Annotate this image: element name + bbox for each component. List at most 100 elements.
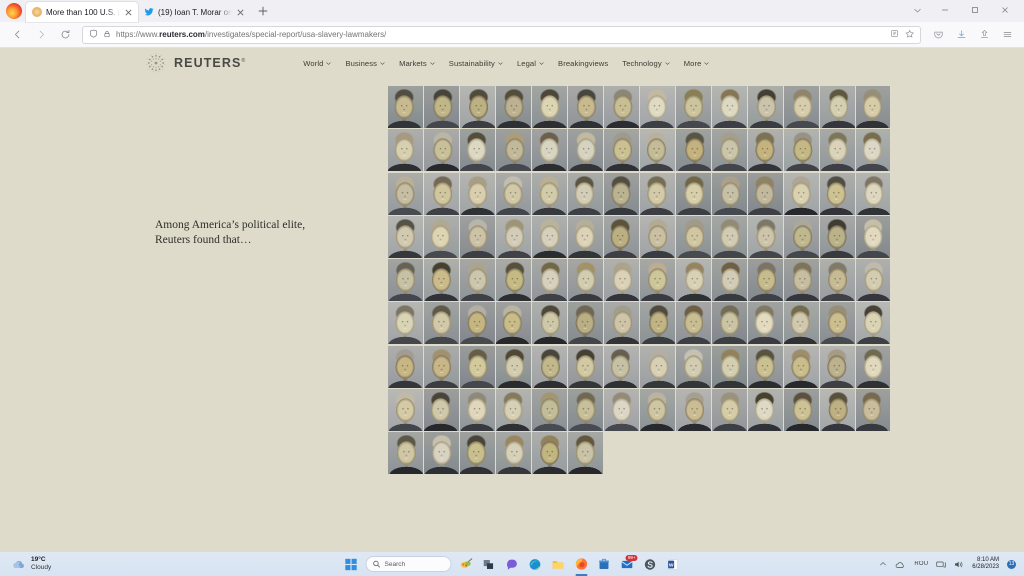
minimize-button[interactable] <box>930 0 960 20</box>
portrait-cell <box>460 389 495 431</box>
portrait-cell <box>424 216 459 258</box>
pocket-icon[interactable] <box>927 25 949 45</box>
portrait-facial-marks <box>748 389 783 431</box>
portrait-photo <box>460 129 495 171</box>
portrait-facial-marks <box>748 216 783 258</box>
onedrive-cloud-icon[interactable] <box>895 560 906 569</box>
portrait-cell <box>388 259 423 301</box>
portrait-photo <box>748 389 783 431</box>
weather-condition: Cloudy <box>31 564 51 572</box>
portrait-cell <box>568 86 603 128</box>
portrait-cell <box>496 302 531 344</box>
show-hidden-icons-chevron-icon[interactable] <box>879 560 887 568</box>
portrait-facial-marks <box>604 346 639 388</box>
portrait-cell <box>676 173 711 215</box>
portrait-facial-marks <box>604 302 639 344</box>
task-view-icon[interactable] <box>481 556 498 573</box>
portrait-photo <box>820 173 855 215</box>
browser-tab-reuters[interactable]: More than 100 U.S. political elit <box>26 2 138 22</box>
portrait-photo <box>532 432 567 474</box>
back-button[interactable] <box>6 25 28 45</box>
portrait-facial-marks <box>424 432 459 474</box>
firefox-icon[interactable] <box>573 556 590 573</box>
address-bar[interactable]: https://www.reuters.com/investigates/spe… <box>82 26 921 44</box>
portrait-photo <box>748 346 783 388</box>
kicker-line-1: Among America’s political elite, <box>155 218 345 233</box>
portrait-cell <box>640 302 675 344</box>
nav-item-legal[interactable]: Legal <box>517 59 544 68</box>
close-icon[interactable] <box>124 8 133 17</box>
portrait-facial-marks <box>388 173 423 215</box>
reload-button[interactable] <box>54 25 76 45</box>
portrait-photo <box>712 302 747 344</box>
maximize-button[interactable] <box>960 0 990 20</box>
portrait-photo <box>640 173 675 215</box>
app-menu-icon[interactable] <box>996 25 1018 45</box>
nav-item-breakingviews[interactable]: Breakingviews <box>558 59 608 68</box>
file-explorer-icon[interactable] <box>550 556 567 573</box>
portrait-facial-marks <box>604 389 639 431</box>
taskbar-clock[interactable]: 8:10 AM 6/28/2023 <box>972 557 999 572</box>
portrait-photo <box>604 129 639 171</box>
nav-item-technology[interactable]: Technology <box>622 59 669 68</box>
search-placeholder: Search <box>385 561 406 568</box>
portrait-facial-marks <box>712 346 747 388</box>
nav-item-more[interactable]: More <box>684 59 710 68</box>
edge-icon[interactable] <box>527 556 544 573</box>
portrait-facial-marks <box>424 259 459 301</box>
portrait-cell <box>748 173 783 215</box>
portrait-facial-marks <box>424 173 459 215</box>
mail-icon[interactable]: 99+ <box>619 556 636 573</box>
shield-icon[interactable] <box>89 29 98 40</box>
reuters-favicon-icon <box>32 7 42 17</box>
forward-button[interactable] <box>30 25 52 45</box>
bookmark-star-icon[interactable] <box>905 29 915 41</box>
clock-date: 6/28/2023 <box>972 564 999 572</box>
nav-item-world[interactable]: World <box>303 59 331 68</box>
lock-icon[interactable] <box>103 30 111 40</box>
close-button[interactable] <box>990 0 1020 20</box>
nav-item-sustainability[interactable]: Sustainability <box>449 59 503 68</box>
reader-view-icon[interactable] <box>890 29 899 40</box>
chat-icon[interactable] <box>504 556 521 573</box>
notification-badge[interactable]: 13 <box>1007 560 1016 569</box>
portrait-facial-marks <box>784 216 819 258</box>
word-icon[interactable]: W <box>665 556 682 573</box>
portrait-cell <box>748 346 783 388</box>
portrait-cell <box>820 346 855 388</box>
skype-icon[interactable] <box>642 556 659 573</box>
portrait-facial-marks <box>532 173 567 215</box>
page-viewport: REUTERS® World Business Markets Sustaina… <box>0 48 1024 552</box>
taskbar-search[interactable]: Search <box>366 556 452 572</box>
portrait-grid-container <box>388 86 890 474</box>
nav-item-business[interactable]: Business <box>345 59 385 68</box>
portrait-cell <box>460 86 495 128</box>
reuters-logo[interactable]: REUTERS® <box>145 52 246 74</box>
close-icon[interactable] <box>236 8 245 17</box>
new-tab-button[interactable] <box>256 4 272 20</box>
downloads-icon[interactable] <box>950 25 972 45</box>
store-icon[interactable] <box>596 556 613 573</box>
portrait-facial-marks <box>424 346 459 388</box>
portrait-photo <box>856 259 891 301</box>
account-icon[interactable] <box>973 25 995 45</box>
start-button[interactable] <box>343 556 360 573</box>
network-icon[interactable] <box>936 560 946 569</box>
list-all-tabs-button[interactable] <box>904 0 930 20</box>
nav-item-markets[interactable]: Markets <box>399 59 435 68</box>
portrait-facial-marks <box>712 86 747 128</box>
portrait-photo <box>820 216 855 258</box>
weather-widget[interactable]: 19°C Cloudy <box>0 556 51 572</box>
portrait-facial-marks <box>424 129 459 171</box>
keyboard-layout-indicator[interactable]: ROU <box>914 561 928 567</box>
paint-app-icon[interactable] <box>458 556 475 573</box>
volume-icon[interactable] <box>954 560 964 569</box>
portrait-cell <box>604 86 639 128</box>
portrait-facial-marks <box>676 129 711 171</box>
portrait-facial-marks <box>532 302 567 344</box>
portrait-photo <box>784 129 819 171</box>
portrait-cell <box>424 129 459 171</box>
portrait-facial-marks <box>820 302 855 344</box>
browser-tab-twitter[interactable]: (19) Ioan T. Morar on Twitter: "T <box>138 2 250 22</box>
portrait-facial-marks <box>460 86 495 128</box>
